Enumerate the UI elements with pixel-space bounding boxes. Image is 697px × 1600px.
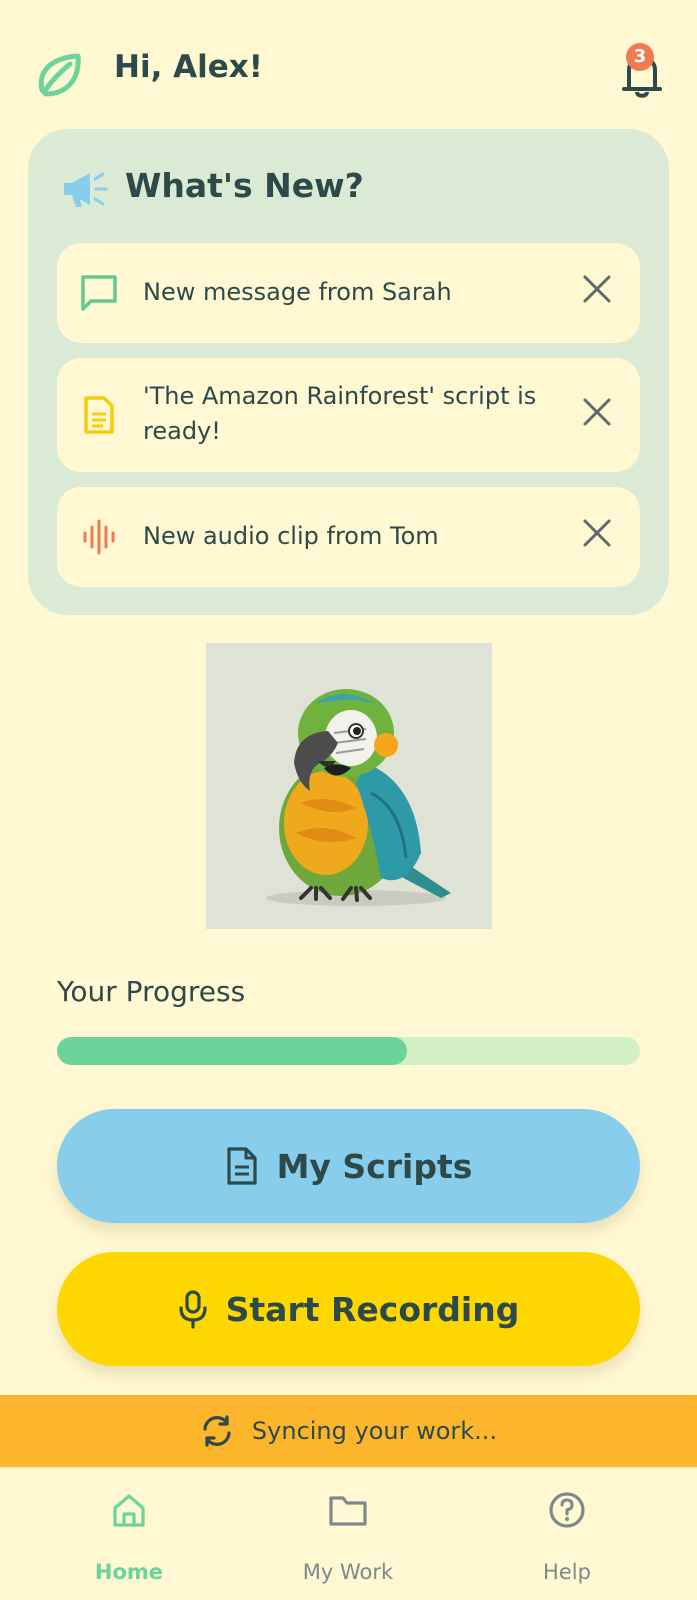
tab-help[interactable]: Help xyxy=(451,1468,683,1600)
help-icon xyxy=(549,1492,585,1528)
notification-count-badge: 3 xyxy=(626,43,654,71)
folder-icon xyxy=(329,1496,367,1526)
sync-icon xyxy=(203,1415,231,1447)
home-icon xyxy=(113,1494,145,1527)
whats-new-title: What's New? xyxy=(125,166,364,205)
close-icon[interactable] xyxy=(581,273,613,305)
megaphone-icon xyxy=(64,172,108,207)
close-icon[interactable] xyxy=(581,517,613,549)
progress-bar xyxy=(57,1037,640,1065)
start-recording-label: Start Recording xyxy=(225,1289,520,1329)
microphone-icon xyxy=(179,1290,207,1329)
audio-wave-icon xyxy=(83,519,115,555)
my-scripts-label: My Scripts xyxy=(276,1146,473,1186)
notification-text: 'The Amazon Rainforest' script is ready! xyxy=(143,382,537,445)
app-header: Hi, Alex! 3 xyxy=(0,0,697,120)
tab-my-work[interactable]: My Work xyxy=(232,1468,464,1600)
document-icon xyxy=(84,396,114,434)
notification-text: New message from Sarah xyxy=(143,278,452,306)
tab-home[interactable]: Home xyxy=(13,1468,245,1600)
progress-label: Your Progress xyxy=(57,975,246,1008)
tab-home-label: Home xyxy=(94,1560,164,1584)
tab-help-label: Help xyxy=(543,1560,591,1584)
notification-text: New audio clip from Tom xyxy=(143,522,439,550)
close-icon[interactable] xyxy=(581,396,613,428)
greeting-title: Hi, Alex! xyxy=(114,49,263,85)
start-recording-button[interactable]: Start Recording xyxy=(57,1252,640,1366)
tab-my-work-label: My Work xyxy=(302,1560,394,1584)
progress-bar-fill xyxy=(57,1037,407,1065)
parrot-mascot-image xyxy=(206,643,492,929)
notification-item[interactable]: New message from Sarah xyxy=(57,243,640,343)
bottom-tab-bar: Home My Work Help xyxy=(0,1467,697,1600)
sync-status-bar: Syncing your work... xyxy=(0,1395,697,1467)
notification-item[interactable]: 'The Amazon Rainforest' script is ready! xyxy=(57,358,640,472)
document-icon xyxy=(226,1147,257,1185)
leaf-logo-icon xyxy=(38,53,81,97)
message-icon xyxy=(81,275,117,311)
sync-status-text: Syncing your work... xyxy=(251,1417,498,1445)
my-scripts-button[interactable]: My Scripts xyxy=(57,1109,640,1223)
notification-item[interactable]: New audio clip from Tom xyxy=(57,487,640,587)
